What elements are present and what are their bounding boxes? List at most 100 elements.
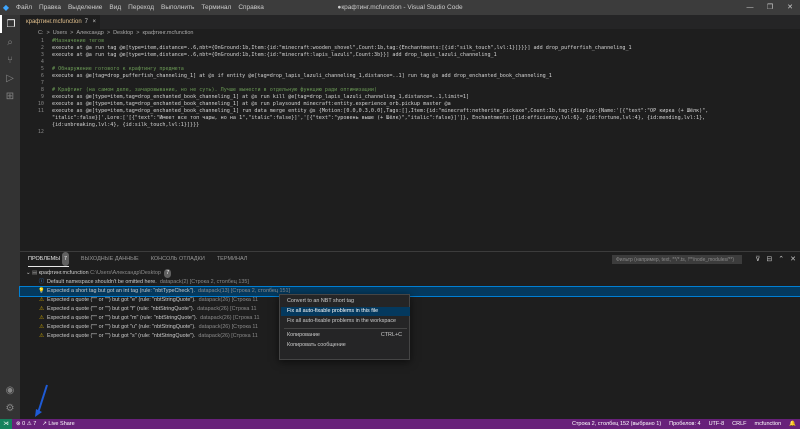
breadcrumb-user[interactable]: Александр xyxy=(76,30,104,36)
problem-message: Expected a quote ("'" or '"') but got "s… xyxy=(47,333,196,339)
run-debug-icon[interactable]: ▷ xyxy=(0,69,20,87)
menu-go[interactable]: Переход xyxy=(128,4,154,11)
problem-row[interactable]: ⚠ Expected a quote ("'" or '"') but got "… xyxy=(20,305,800,314)
problem-message: Expected a quote ("'" or '"') but got "e… xyxy=(47,297,196,303)
close-window-button[interactable]: ✕ xyxy=(780,0,800,15)
menu-separator xyxy=(284,328,407,329)
tab-crafting-mcfunction[interactable]: крафтинг.mcfunction 7 × xyxy=(20,15,100,29)
line-number: 6 xyxy=(40,73,44,79)
extensions-icon[interactable]: ⊞ xyxy=(0,87,20,105)
problem-row[interactable]: ⓘ Default namespace shouldn't be omitted … xyxy=(20,278,800,287)
problems-status[interactable]: ⊗ 0 ⚠ 7 xyxy=(16,421,36,427)
breadcrumb-drive[interactable]: C: xyxy=(38,30,44,36)
status-bar: ⋊ ⊗ 0 ⚠ 7 ↗ Live Share Строка 2, столбец… xyxy=(0,419,800,429)
code-text: #Назначение тегов xyxy=(52,38,105,44)
search-icon[interactable]: ⌕ xyxy=(0,33,20,51)
problem-row[interactable]: ⚠ Expected a quote ("'" or '"') but got "… xyxy=(20,323,800,332)
menu-item-fix-all-file[interactable]: Fix all auto-fixable problems in this fi… xyxy=(281,307,410,316)
context-menu: Convert to an NBT short tag Fix all auto… xyxy=(279,294,410,360)
breadcrumb-separator: > xyxy=(70,30,74,36)
maximize-button[interactable]: ❐ xyxy=(760,0,780,15)
tab-close-icon[interactable]: × xyxy=(92,15,96,29)
maximize-panel-icon[interactable]: ⌃ xyxy=(778,255,784,263)
panel-tabs: ПРОБЛЕМЫ 7 ВЫХОДНЫЕ ДАННЫЕ КОНСОЛЬ ОТЛАДК… xyxy=(20,251,248,267)
code-text: execute as @e[type=item,tag=drop_enchant… xyxy=(52,101,451,107)
lightbulb-icon[interactable]: 💡 xyxy=(38,287,45,296)
problems-file-count: 7 xyxy=(164,269,172,278)
breadcrumb-separator: > xyxy=(106,30,111,36)
settings-gear-icon[interactable]: ⚙ xyxy=(0,399,20,417)
problem-source: datapack(13) [Строка 2, столбец 151] xyxy=(197,288,290,294)
warning-icon: ⚠ xyxy=(39,297,44,303)
code-editor[interactable]: 1 #Назначение тегов 2 execute at @a run tag… xyxy=(20,38,800,251)
breadcrumb-users[interactable]: Users xyxy=(53,30,67,36)
live-share-button[interactable]: ↗ Live Share xyxy=(42,421,74,427)
warning-icon: ⚠ xyxy=(39,333,44,339)
problems-filter-input[interactable]: Фильтр (например, text, **/*.ts, !**/nod… xyxy=(612,255,742,264)
problems-file-name: крафтинг.mcfunction xyxy=(38,270,89,276)
code-text: execute at @a run tag @e[type=item,dista… xyxy=(52,45,632,51)
source-control-icon[interactable]: ⑂ xyxy=(0,51,20,69)
menu-item-label: Convert to an NBT short tag xyxy=(287,298,355,304)
encoding[interactable]: UTF-8 xyxy=(709,421,725,427)
problem-message: Expected a quote ("'" or '"') but got "u… xyxy=(47,324,196,330)
problem-row[interactable]: ⚠ Expected a quote ("'" or '"') but got "… xyxy=(20,296,800,305)
close-panel-icon[interactable]: ✕ xyxy=(790,255,796,263)
explorer-icon[interactable]: ❐ xyxy=(0,15,20,33)
line-number: 1 xyxy=(40,38,44,44)
problems-panel: ПРОБЛЕМЫ 7 ВЫХОДНЫЕ ДАННЫЕ КОНСОЛЬ ОТЛАДК… xyxy=(19,251,800,419)
live-share-icon: ↗ xyxy=(42,421,47,427)
line-number: 4 xyxy=(40,59,44,65)
problem-row[interactable]: ⚠ Expected a quote ("'" or '"') but got "… xyxy=(20,332,800,341)
problem-source: datapack(26) [Строка 11 xyxy=(200,315,260,321)
cursor-position[interactable]: Строка 2, столбец 152 (выбрано 1) xyxy=(572,421,661,427)
collapse-all-icon[interactable]: ⊟ xyxy=(766,255,772,263)
problems-file-row[interactable]: ⌄ ▤ крафтинг.mcfunction C:\Users\Алексан… xyxy=(20,269,800,278)
menu-item-copy[interactable]: Копирование CTRL+C xyxy=(281,331,410,340)
menu-item-copy-message[interactable]: Копировать сообщение xyxy=(281,341,410,350)
line-number: 11 xyxy=(37,108,44,114)
problem-row[interactable]: 💡 Expected a short tag but got an int tag… xyxy=(19,286,800,297)
annotation-arrow xyxy=(35,384,48,417)
menu-help[interactable]: Справка xyxy=(238,4,264,11)
notifications-bell-icon[interactable]: 🔔 xyxy=(789,421,796,427)
error-count: 0 xyxy=(22,421,26,427)
problem-row[interactable]: ⚠ Expected a quote ("'" or '"') but got "… xyxy=(20,314,800,323)
problem-source: datapack(26) [Строка 11 xyxy=(198,297,259,303)
menu-item-shortcut: CTRL+C xyxy=(380,332,402,338)
menu-item-convert-short-tag[interactable]: Convert to an NBT short tag xyxy=(281,297,410,306)
error-icon: ⊗ xyxy=(16,421,21,427)
breadcrumb-file[interactable]: крафтинг.mcfunction xyxy=(142,30,193,36)
code-text: execute at @a run tag @e[type=item,dista… xyxy=(52,52,497,58)
activity-bar: ❐ ⌕ ⑂ ▷ ⊞ ◉ ⚙ xyxy=(0,15,20,419)
problem-source: datapack(26) [Строка 11 xyxy=(197,306,257,312)
problem-message: Expected a short tag but got an int tag … xyxy=(47,288,195,294)
language-mode[interactable]: mcfunction xyxy=(755,421,782,427)
menu-terminal[interactable]: Терминал xyxy=(201,4,231,11)
menu-file[interactable]: Файл xyxy=(16,4,32,11)
menu-item-label: Копирование xyxy=(287,332,320,338)
account-icon[interactable]: ◉ xyxy=(0,381,20,399)
menu-edit[interactable]: Правка xyxy=(39,4,61,11)
tab-problem-count: 7 xyxy=(84,19,88,25)
problems-count-badge: 7 xyxy=(62,251,69,266)
line-number: 7 xyxy=(40,80,44,86)
line-number: 9 xyxy=(40,94,44,100)
remote-indicator-icon[interactable]: ⋊ xyxy=(0,419,12,429)
problem-message: Expected a quote ("'" or '"') but got "f… xyxy=(47,306,195,312)
tab-debug-console[interactable]: КОНСОЛЬ ОТЛАДКИ xyxy=(151,252,205,266)
window-controls: — ❐ ✕ xyxy=(740,0,800,15)
tab-output[interactable]: ВЫХОДНЫЕ ДАННЫЕ xyxy=(81,252,139,266)
menu-view[interactable]: Вид xyxy=(109,4,121,11)
tab-terminal[interactable]: ТЕРМИНАЛ xyxy=(217,252,248,266)
menu-run[interactable]: Выполнить xyxy=(161,4,194,11)
line-number: 10 xyxy=(37,101,44,107)
tab-problems[interactable]: ПРОБЛЕМЫ 7 xyxy=(28,251,69,267)
minimize-button[interactable]: — xyxy=(740,0,760,15)
filter-icon[interactable]: ⊽ xyxy=(755,255,760,263)
end-of-line[interactable]: CRLF xyxy=(732,421,746,427)
menu-item-fix-all-workspace[interactable]: Fix all auto-fixable problems in the wor… xyxy=(281,317,410,326)
indentation[interactable]: Пробелов: 4 xyxy=(669,421,700,427)
breadcrumb-desktop[interactable]: Desktop xyxy=(113,30,133,36)
menu-selection[interactable]: Выделение xyxy=(68,4,102,11)
